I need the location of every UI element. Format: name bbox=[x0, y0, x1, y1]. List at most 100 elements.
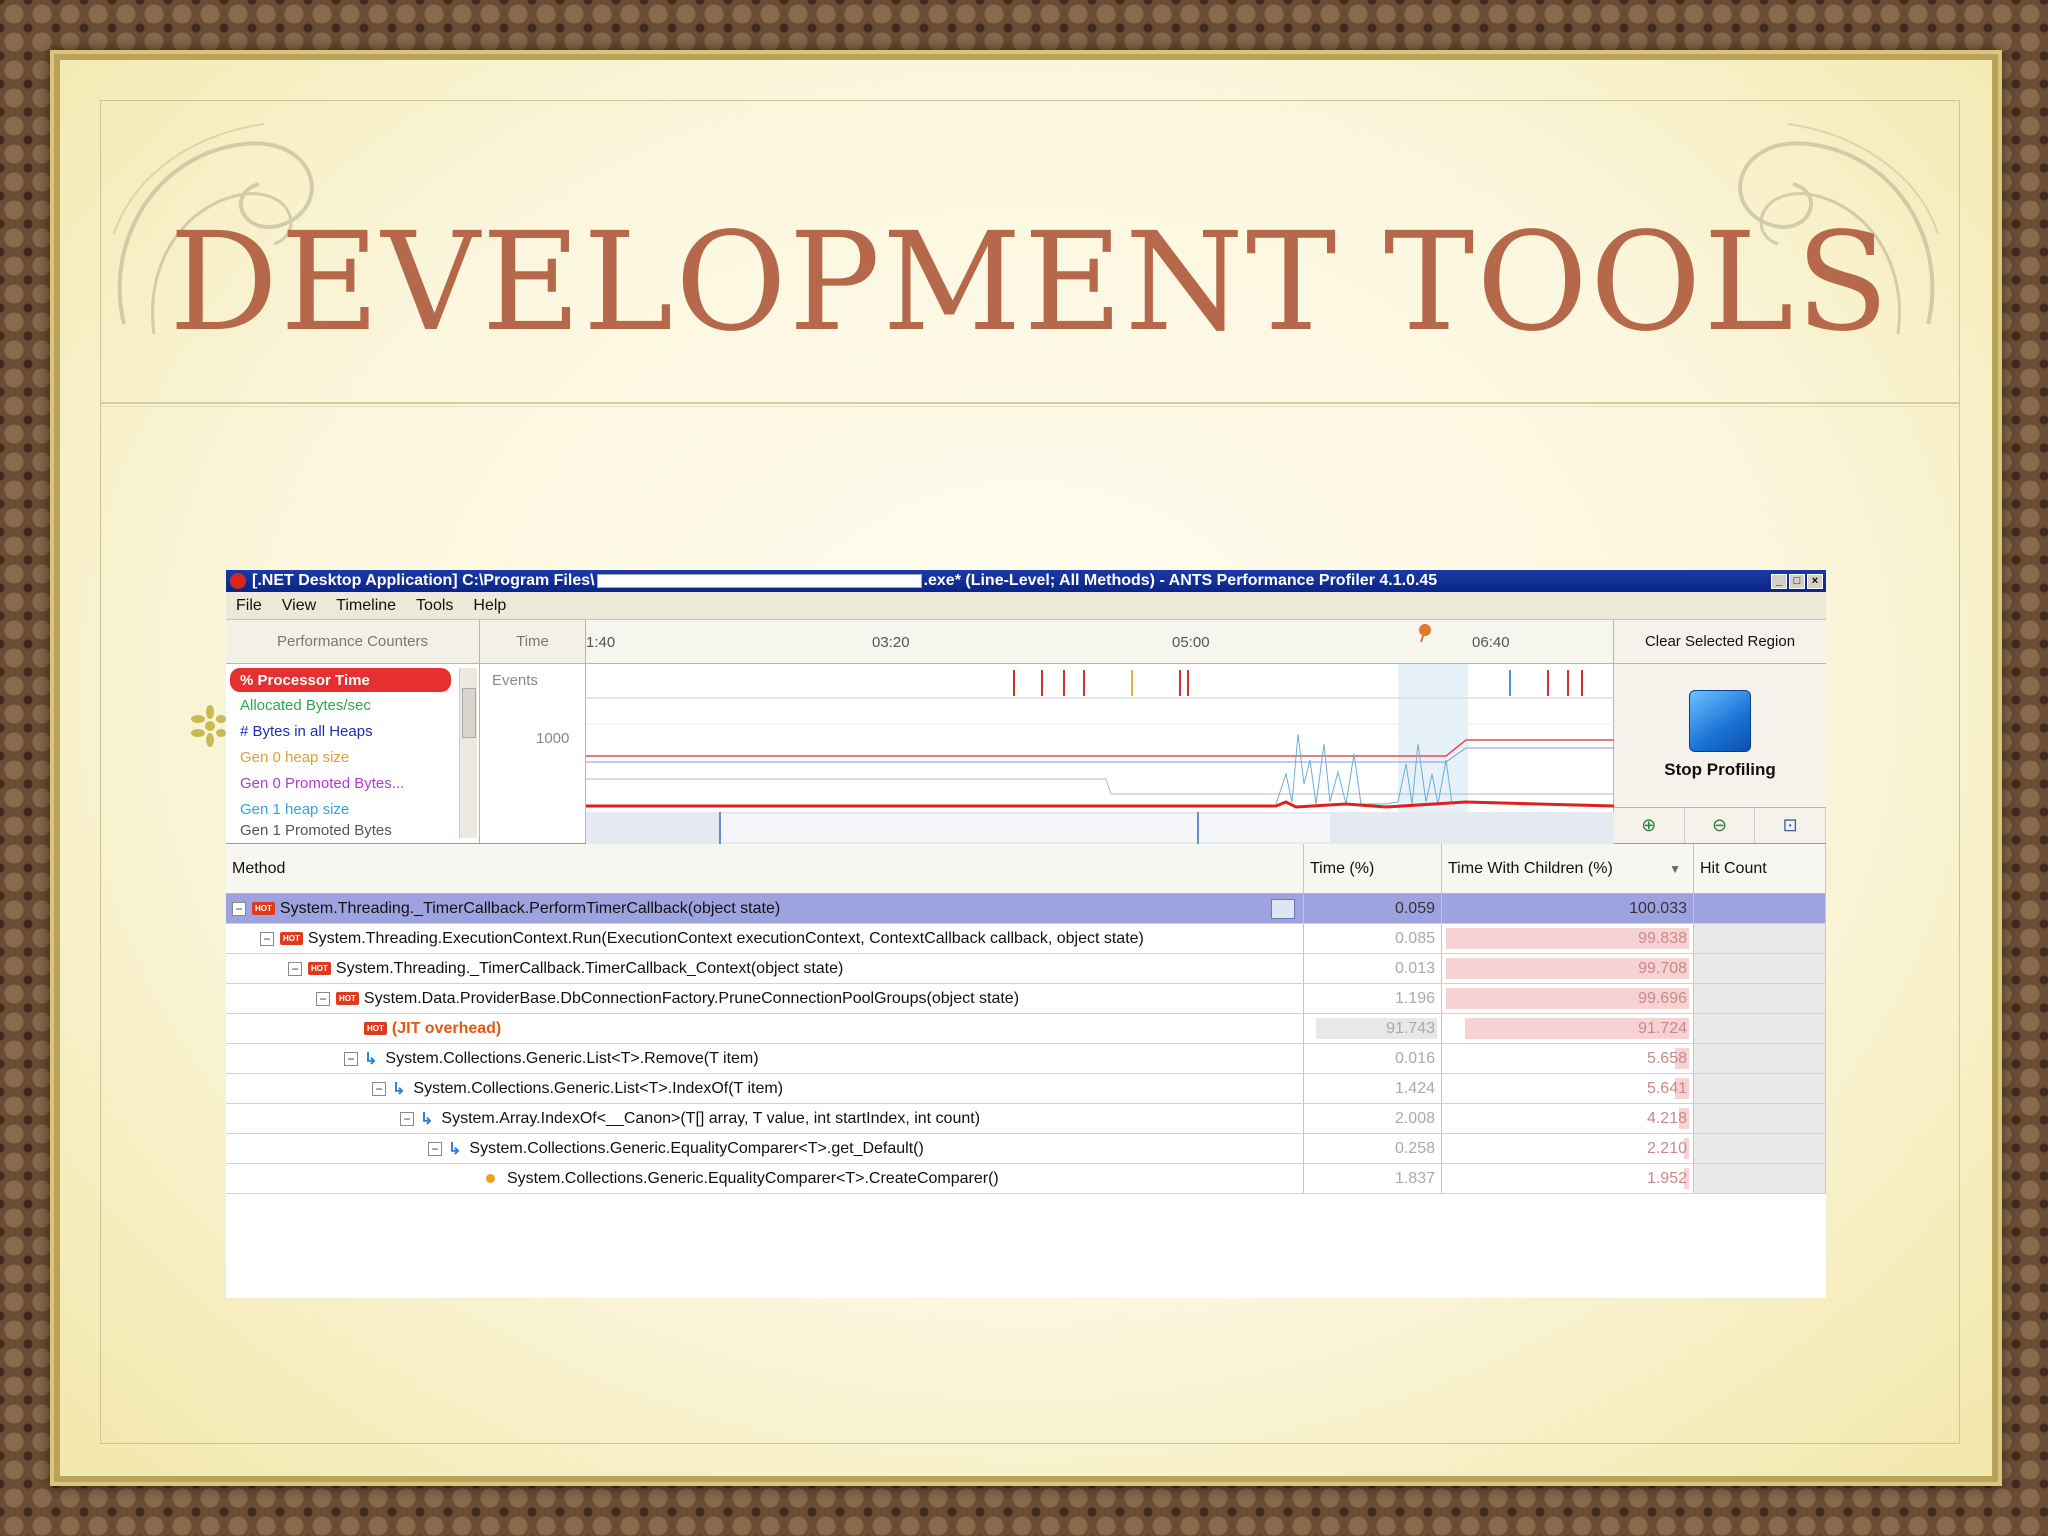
maximize-icon[interactable]: □ bbox=[1789, 573, 1805, 589]
zoom-in-icon[interactable]: ⊕ bbox=[1614, 808, 1685, 843]
method-cell: HOT (JIT overhead) bbox=[226, 1014, 1304, 1043]
timeline-header: Performance Counters Time 1:40 03:20 05:… bbox=[226, 620, 1826, 664]
hit-count-cell bbox=[1694, 954, 1826, 983]
table-row[interactable]: − ↳ System.Collections.Generic.List<T>.R… bbox=[226, 1044, 1826, 1074]
table-row[interactable]: − ↳ System.Collections.Generic.List<T>.I… bbox=[226, 1074, 1826, 1104]
method-name: System.Array.IndexOf<__Canon>(T[] array,… bbox=[441, 1109, 981, 1127]
table-row[interactable]: − ↳ System.Collections.Generic.EqualityC… bbox=[226, 1134, 1826, 1164]
twc-cell: 5.641 bbox=[1442, 1074, 1694, 1103]
zoom-controls: ⊕ ⊖ ⊡ bbox=[1614, 807, 1826, 843]
twc-cell: 99.696 bbox=[1442, 984, 1694, 1013]
menu-bar: File View Timeline Tools Help bbox=[226, 592, 1826, 620]
counter-gen0-promoted[interactable]: Gen 0 Promoted Bytes... bbox=[226, 770, 479, 796]
twc-value: 4.218 bbox=[1646, 1109, 1687, 1127]
table-row[interactable]: − HOT System.Threading._TimerCallback.Pe… bbox=[226, 894, 1826, 924]
table-row[interactable]: − HOT System.Threading._TimerCallback.Ti… bbox=[226, 954, 1826, 984]
counter-gen0-heap[interactable]: Gen 0 heap size bbox=[226, 744, 479, 770]
twc-cell: 99.838 bbox=[1442, 924, 1694, 953]
twc-value: 5.658 bbox=[1646, 1049, 1687, 1067]
call-arrow-icon: ↳ bbox=[448, 1140, 462, 1158]
method-name: System.Data.ProviderBase.DbConnectionFac… bbox=[363, 989, 1020, 1007]
table-row[interactable]: − HOT System.Threading.ExecutionContext.… bbox=[226, 924, 1826, 954]
table-row[interactable]: − HOT System.Data.ProviderBase.DbConnect… bbox=[226, 984, 1826, 1014]
overview-window bbox=[720, 814, 1330, 842]
counter-allocated-bytes[interactable]: Allocated Bytes/sec bbox=[226, 692, 479, 718]
close-icon[interactable]: × bbox=[1807, 573, 1823, 589]
column-method[interactable]: Method bbox=[226, 844, 1304, 893]
counter-bytes-all-heaps[interactable]: # Bytes in all Heaps bbox=[226, 718, 479, 744]
twc-cell: 100.033 bbox=[1442, 894, 1694, 923]
collapse-icon[interactable]: − bbox=[232, 901, 246, 916]
twc-value: 99.708 bbox=[1638, 959, 1687, 977]
stop-profiling-icon[interactable] bbox=[1689, 690, 1751, 752]
collapse-icon[interactable]: − bbox=[288, 961, 302, 976]
time-cell: 0.016 bbox=[1304, 1044, 1442, 1073]
hot-path-icon: HOT bbox=[308, 962, 331, 975]
time-ruler[interactable]: 1:40 03:20 05:00 06:40 bbox=[586, 620, 1614, 663]
time-cell: 1.424 bbox=[1304, 1074, 1442, 1103]
stop-profiling-button[interactable]: Stop Profiling bbox=[1664, 760, 1775, 780]
collapse-icon[interactable]: − bbox=[344, 1051, 358, 1066]
minimize-icon[interactable]: _ bbox=[1771, 573, 1787, 589]
twc-cell: 4.218 bbox=[1442, 1104, 1694, 1133]
collapse-icon[interactable]: − bbox=[428, 1141, 442, 1156]
menu-view[interactable]: View bbox=[272, 597, 326, 615]
menu-tools[interactable]: Tools bbox=[406, 597, 463, 615]
zoom-fit-icon[interactable]: ⊡ bbox=[1755, 808, 1826, 843]
twc-value: 99.838 bbox=[1638, 929, 1687, 947]
time-cell: 1.837 bbox=[1304, 1164, 1442, 1193]
redacted-path bbox=[596, 574, 922, 588]
time-tick: 1:40 bbox=[586, 634, 616, 651]
menu-help[interactable]: Help bbox=[463, 597, 516, 615]
counter-gen1-promoted[interactable]: Gen 1 Promoted Bytes bbox=[226, 822, 479, 838]
method-cell: − ↳ System.Collections.Generic.List<T>.R… bbox=[226, 1044, 1304, 1073]
scroll-thumb[interactable] bbox=[462, 688, 476, 738]
twc-value: 99.696 bbox=[1638, 989, 1687, 1007]
hit-count-cell bbox=[1694, 1104, 1826, 1133]
counter-label: Gen 1 Promoted Bytes bbox=[240, 822, 392, 838]
menu-file[interactable]: File bbox=[226, 597, 272, 615]
collapse-icon[interactable]: − bbox=[400, 1111, 414, 1126]
timeline-graph[interactable] bbox=[586, 664, 1614, 844]
title-divider-secondary bbox=[100, 406, 1960, 407]
hot-path-icon: HOT bbox=[252, 902, 275, 915]
time-tick: 05:00 bbox=[1172, 634, 1210, 651]
table-row[interactable]: System.Collections.Generic.EqualityCompa… bbox=[226, 1164, 1826, 1194]
window-title-suffix: .exe* (Line-Level; All Methods) - ANTS P… bbox=[923, 572, 1438, 589]
method-cell: − ↳ System.Collections.Generic.EqualityC… bbox=[226, 1134, 1304, 1163]
hot-path-icon: HOT bbox=[280, 932, 303, 945]
table-row[interactable]: − ↳ System.Array.IndexOf<__Canon>(T[] ar… bbox=[226, 1104, 1826, 1134]
collapse-icon[interactable]: − bbox=[316, 991, 330, 1006]
source-view-icon[interactable] bbox=[1271, 899, 1295, 919]
column-hit-count[interactable]: Hit Count bbox=[1694, 844, 1826, 893]
slide-title: DEVELOPMENT TOOLS bbox=[169, 204, 1891, 362]
method-name: System.Threading._TimerCallback.PerformT… bbox=[279, 899, 781, 917]
method-name: (JIT overhead) bbox=[391, 1019, 502, 1037]
hit-count-cell bbox=[1694, 1014, 1826, 1043]
counter-gen1-heap[interactable]: Gen 1 heap size bbox=[226, 796, 479, 822]
hit-count-cell bbox=[1694, 1074, 1826, 1103]
counter-processor-time[interactable]: % Processor Time bbox=[230, 668, 451, 692]
method-cell: System.Collections.Generic.EqualityCompa… bbox=[226, 1164, 1304, 1193]
counter-label: Gen 1 heap size bbox=[240, 800, 350, 818]
collapse-icon[interactable]: − bbox=[260, 931, 274, 946]
app-icon bbox=[230, 573, 246, 589]
hit-count-cell bbox=[1694, 1134, 1826, 1163]
clear-selected-region-button[interactable]: Clear Selected Region bbox=[1614, 620, 1826, 663]
column-time[interactable]: Time (%) bbox=[1304, 844, 1442, 893]
table-row[interactable]: HOT (JIT overhead) 91.743 91.724 bbox=[226, 1014, 1826, 1044]
hit-count-cell bbox=[1694, 984, 1826, 1013]
y-axis-tick: 1000 bbox=[536, 730, 570, 747]
region-marker-icon[interactable] bbox=[1416, 622, 1434, 644]
twc-cell: 1.952 bbox=[1442, 1164, 1694, 1193]
menu-timeline[interactable]: Timeline bbox=[326, 597, 406, 615]
collapse-icon[interactable]: − bbox=[372, 1081, 386, 1096]
event-markers bbox=[1013, 670, 1583, 696]
hit-count-cell bbox=[1694, 924, 1826, 953]
performance-counter-list: % Processor Time Allocated Bytes/sec # B… bbox=[226, 664, 480, 843]
counter-scrollbar[interactable] bbox=[459, 668, 477, 838]
twc-value: 100.033 bbox=[1629, 899, 1687, 917]
zoom-out-icon[interactable]: ⊖ bbox=[1685, 808, 1756, 843]
column-time-with-children[interactable]: Time With Children (%) ▼ bbox=[1442, 844, 1694, 893]
method-grid-header: Method Time (%) Time With Children (%) ▼… bbox=[226, 844, 1826, 894]
